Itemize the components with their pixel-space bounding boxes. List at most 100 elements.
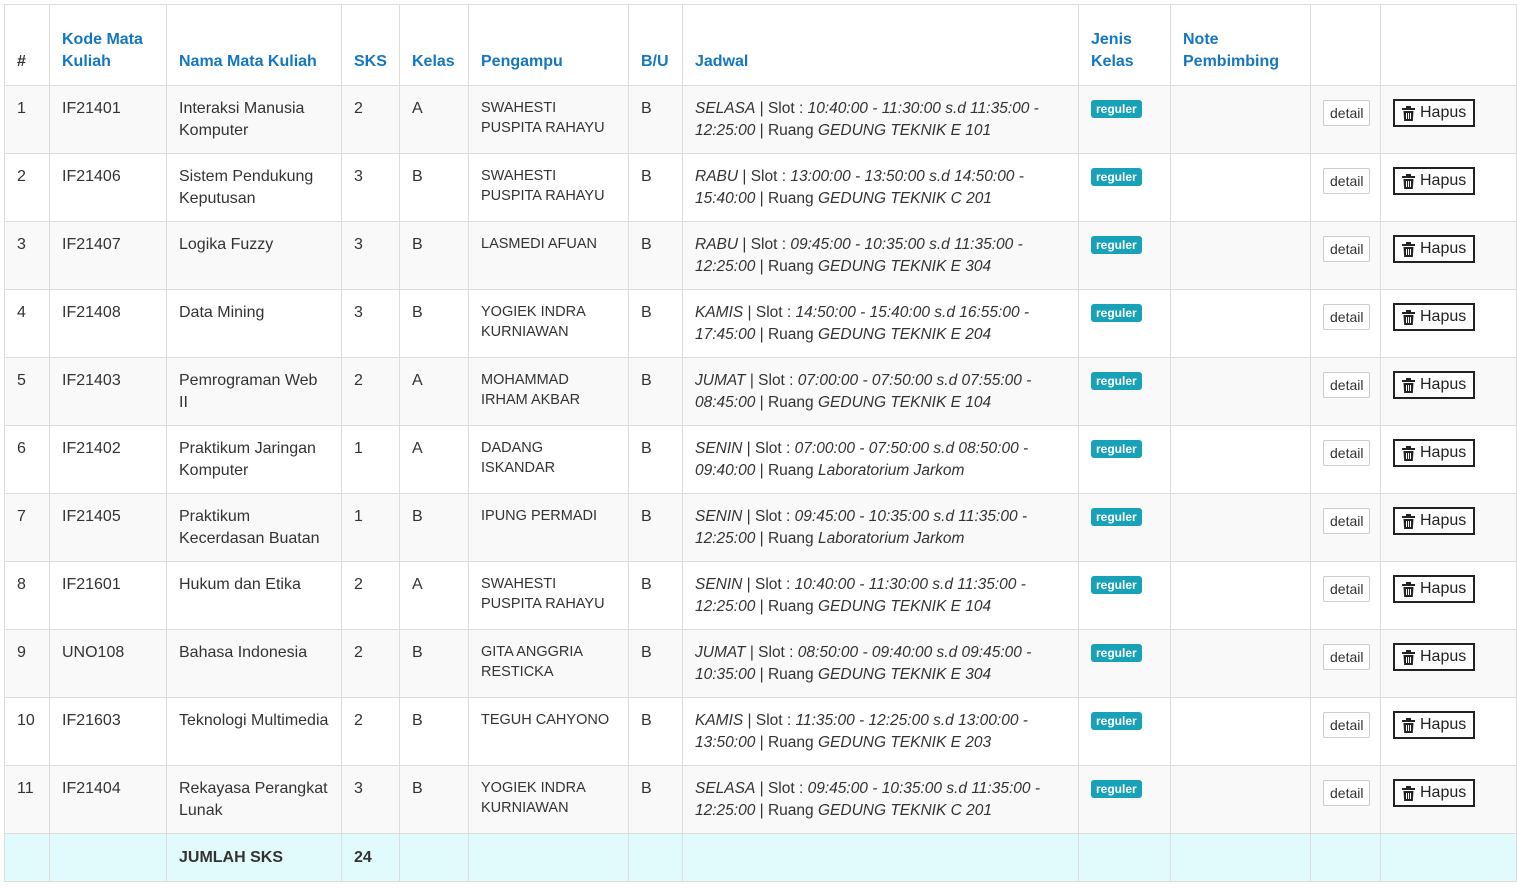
total-empty — [628, 833, 683, 882]
course-sks: 3 — [341, 153, 400, 222]
header-pengampu: Pengampu — [468, 4, 629, 86]
course-class: A — [399, 425, 469, 494]
detail-button[interactable]: detail — [1323, 236, 1371, 262]
hapus-button[interactable]: Hapus — [1393, 439, 1476, 467]
total-empty — [1078, 833, 1171, 882]
course-lecturer: SWAHESTI PUSPITA RAHAYU — [468, 153, 629, 222]
course-code: IF21404 — [49, 765, 167, 834]
schedule-ruang-word: Ruang — [767, 122, 814, 139]
hapus-button[interactable]: Hapus — [1393, 643, 1476, 671]
hapus-label: Hapus — [1420, 308, 1467, 325]
course-class: A — [399, 85, 469, 154]
schedule-ruang-word: Ruang — [767, 598, 814, 615]
hapus-button[interactable]: Hapus — [1393, 303, 1476, 331]
course-type: reguler — [1078, 289, 1171, 358]
detail-button[interactable]: detail — [1323, 372, 1371, 398]
header-bu: B/U — [628, 4, 683, 86]
course-note — [1170, 765, 1311, 834]
header-detail — [1310, 4, 1381, 86]
detail-button[interactable]: detail — [1323, 168, 1371, 194]
hapus-cell: Hapus — [1380, 153, 1517, 222]
hapus-button[interactable]: Hapus — [1393, 779, 1476, 807]
schedule-room: GEDUNG TEKNIK E 104 — [817, 394, 992, 411]
course-schedule: KAMIS | Slot : 11:35:00 - 12:25:00 s.d 1… — [682, 697, 1079, 766]
course-note — [1170, 153, 1311, 222]
detail-button[interactable]: detail — [1323, 576, 1371, 602]
detail-button[interactable]: detail — [1323, 440, 1371, 466]
schedule-slot-word: Slot : — [750, 168, 787, 185]
course-sks: 1 — [341, 425, 400, 494]
course-bu: B — [628, 425, 683, 494]
schedule-room: GEDUNG TEKNIK C 201 — [817, 802, 992, 819]
detail-cell: detail — [1310, 85, 1381, 154]
hapus-cell: Hapus — [1380, 697, 1517, 766]
course-note — [1170, 697, 1311, 766]
hapus-button[interactable]: Hapus — [1393, 235, 1476, 263]
hapus-button[interactable]: Hapus — [1393, 167, 1476, 195]
course-class: B — [399, 765, 469, 834]
detail-cell: detail — [1310, 493, 1381, 562]
course-note — [1170, 493, 1311, 562]
schedule-slot-word: Slot : — [750, 236, 787, 253]
detail-button[interactable]: detail — [1323, 508, 1371, 534]
type-badge: reguler — [1091, 236, 1142, 254]
table-row: 3 IF21407 Logika Fuzzy 3 B LASMEDI AFUAN… — [4, 221, 1517, 290]
course-type: reguler — [1078, 493, 1171, 562]
hapus-label: Hapus — [1420, 376, 1467, 393]
course-sks: 3 — [341, 221, 400, 290]
hapus-button[interactable]: Hapus — [1393, 371, 1476, 399]
schedule-ruang-word: Ruang — [767, 190, 814, 207]
detail-button[interactable]: detail — [1323, 100, 1371, 126]
table-row: 11 IF21404 Rekayasa Perangkat Lunak 3 B … — [4, 765, 1517, 834]
table-row: 2 IF21406 Sistem Pendukung Keputusan 3 B… — [4, 153, 1517, 222]
table-row: 6 IF21402 Praktikum Jaringan Komputer 1 … — [4, 425, 1517, 494]
course-note — [1170, 629, 1311, 698]
detail-button[interactable]: detail — [1323, 644, 1371, 670]
course-class: A — [399, 561, 469, 630]
trash-icon — [1402, 105, 1415, 121]
trash-icon — [1402, 513, 1415, 529]
schedule-room: GEDUNG TEKNIK E 304 — [817, 666, 992, 683]
course-class: B — [399, 629, 469, 698]
hapus-button[interactable]: Hapus — [1393, 575, 1476, 603]
course-schedule: SENIN | Slot : 10:40:00 - 11:30:00 s.d 1… — [682, 561, 1079, 630]
hapus-label: Hapus — [1420, 580, 1467, 597]
schedule-day: KAMIS — [695, 712, 744, 729]
schedule-room: GEDUNG TEKNIK E 304 — [817, 258, 992, 275]
course-schedule: RABU | Slot : 09:45:00 - 10:35:00 s.d 11… — [682, 221, 1079, 290]
hapus-button[interactable]: Hapus — [1393, 99, 1476, 127]
row-number: 11 — [4, 765, 50, 834]
type-badge: reguler — [1091, 372, 1142, 390]
detail-button[interactable]: detail — [1323, 712, 1371, 738]
hapus-button[interactable]: Hapus — [1393, 507, 1476, 535]
hapus-button[interactable]: Hapus — [1393, 711, 1476, 739]
schedule-slot-word: Slot : — [755, 508, 791, 525]
table-row: 10 IF21603 Teknologi Multimedia 2 B TEGU… — [4, 697, 1517, 766]
total-empty — [468, 833, 629, 882]
table-row: 9 UNO108 Bahasa Indonesia 2 B GITA ANGGR… — [4, 629, 1517, 698]
type-badge: reguler — [1091, 508, 1142, 526]
course-schedule: JUMAT | Slot : 08:50:00 - 09:40:00 s.d 0… — [682, 629, 1079, 698]
detail-cell: detail — [1310, 629, 1381, 698]
total-empty — [1310, 833, 1381, 882]
detail-button[interactable]: detail — [1323, 304, 1371, 330]
course-sks: 2 — [341, 85, 400, 154]
course-lecturer: DADANG ISKANDAR — [468, 425, 629, 494]
total-label: JUMLAH SKS — [166, 833, 342, 882]
course-sks: 1 — [341, 493, 400, 562]
type-badge: reguler — [1091, 304, 1142, 322]
course-bu: B — [628, 289, 683, 358]
course-name: Rekayasa Perangkat Lunak — [166, 765, 342, 834]
course-lecturer: YOGIEK INDRA KURNIAWAN — [468, 765, 629, 834]
hapus-label: Hapus — [1420, 648, 1467, 665]
course-sks: 3 — [341, 765, 400, 834]
detail-button[interactable]: detail — [1323, 780, 1371, 806]
schedule-ruang-word: Ruang — [767, 462, 814, 479]
detail-cell: detail — [1310, 697, 1381, 766]
hapus-label: Hapus — [1420, 240, 1467, 257]
schedule-room: GEDUNG TEKNIK E 204 — [817, 326, 992, 343]
course-code: IF21407 — [49, 221, 167, 290]
schedule-room: Laboratorium Jarkom — [817, 462, 965, 479]
course-lecturer: SWAHESTI PUSPITA RAHAYU — [468, 561, 629, 630]
trash-icon — [1402, 377, 1415, 393]
